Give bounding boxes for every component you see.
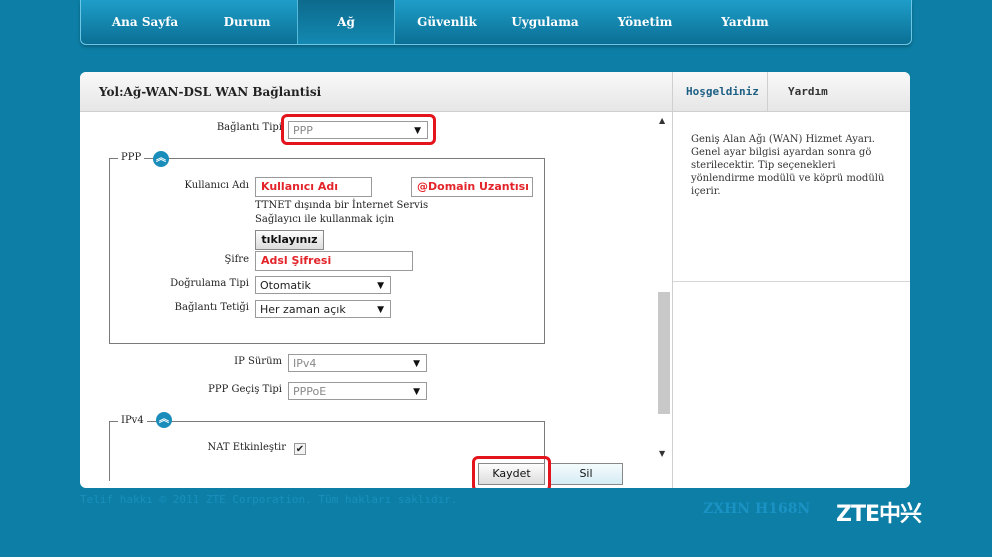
ttnet-note-line-2: Sağlayıcı ile kullanmak için [255,214,395,225]
tab-hosgeldiniz[interactable]: Hoşgeldiniz [686,85,759,98]
highlight-connection-type [281,114,436,145]
ppp-pass-select[interactable]: PPPoE ▼ [288,382,427,400]
ppp-pass-value: PPPoE [293,385,327,398]
help-divider [673,281,910,282]
copyright-text: Telif hakkı © 2011 ZTE Corporation. Tüm … [80,493,458,506]
nat-label: NAT Etkinleştir [207,442,286,453]
password-input[interactable]: Adsl Şifresi [255,251,413,271]
zte-logo: ZTE中兴 [836,502,922,527]
help-description: Geniş Alan Ağı (WAN) Hizmet Ayarı. Genel… [691,134,885,197]
ppp-pass-label: PPP Geçiş Tipi [208,384,282,395]
scroll-thumb[interactable] [658,292,670,414]
ip-version-label: IP Sürüm [234,356,282,367]
main-panel: Yol:Ağ-WAN-DSL WAN Bağlantisi Hoşgeldini… [80,72,910,488]
tab-divider [767,72,768,111]
model-name: ZXHN H168N [703,501,811,517]
highlight-save-button [472,456,551,488]
username-label: Kullanıcı Adı [184,180,250,191]
tab-guvenlik[interactable]: Güvenlik [399,0,495,44]
delete-button[interactable]: Sil [549,463,623,485]
ipv4-legend: IPv4 [118,415,147,426]
panel-header: Yol:Ağ-WAN-DSL WAN Bağlantisi [80,72,672,112]
scroll-down-icon[interactable]: ▼ [659,449,665,458]
chevron-down-icon: ▼ [377,305,384,315]
tab-ana-sayfa[interactable]: Ana Sayfa [97,0,193,44]
chevron-down-icon: ▼ [377,281,384,291]
top-navigation: Ana Sayfa Durum Ağ Güvenlik Uygulama Yön… [80,0,912,45]
tab-uygulama[interactable]: Uygulama [495,0,595,44]
collapse-icon[interactable]: ︽ [153,151,169,167]
help-panel-header: Hoşgeldiniz Yardım [672,72,910,112]
auth-type-label: Doğrulama Tipi [170,278,249,289]
domain-input[interactable]: @Domain Uzantısı [411,177,533,197]
trigger-value: Her zaman açık [260,303,346,316]
collapse-icon[interactable]: ︽ [156,412,172,428]
ppp-legend: PPP [118,152,145,163]
tab-durum[interactable]: Durum [199,0,295,44]
ip-version-select[interactable]: IPv4 ▼ [288,354,427,372]
trigger-label: Bağlantı Tetiği [174,302,249,313]
auth-type-value: Otomatik [260,279,311,292]
chevron-down-icon: ▼ [413,387,420,397]
tab-help[interactable]: Yardım [788,85,828,98]
auth-type-select[interactable]: Otomatik ▼ [255,276,391,294]
username-input[interactable]: Kullanıcı Adı [255,177,372,197]
password-label: Şifre [224,254,249,265]
breadcrumb: Yol:Ağ-WAN-DSL WAN Bağlantisi [99,85,322,99]
click-here-button[interactable]: tıklayınız [255,230,324,250]
form-scrollbar[interactable]: ▲ ▼ [658,116,670,458]
tab-yonetim[interactable]: Yönetim [597,0,693,44]
nat-checkbox[interactable]: ✔ [294,443,306,455]
scroll-up-icon[interactable]: ▲ [659,116,665,125]
trigger-select[interactable]: Her zaman açık ▼ [255,300,391,318]
tab-ag[interactable]: Ağ [297,0,395,44]
ttnet-note-line-1: TTNET dışında bir İnternet Servis [255,200,429,211]
ip-version-value: IPv4 [293,357,317,370]
tab-yardim[interactable]: Yardım [697,0,793,44]
help-panel: Geniş Alan Ağı (WAN) Hizmet Ayarı. Genel… [672,112,910,488]
connection-type-label: Bağlantı Tipi [216,122,282,133]
chevron-down-icon: ▼ [413,359,420,369]
